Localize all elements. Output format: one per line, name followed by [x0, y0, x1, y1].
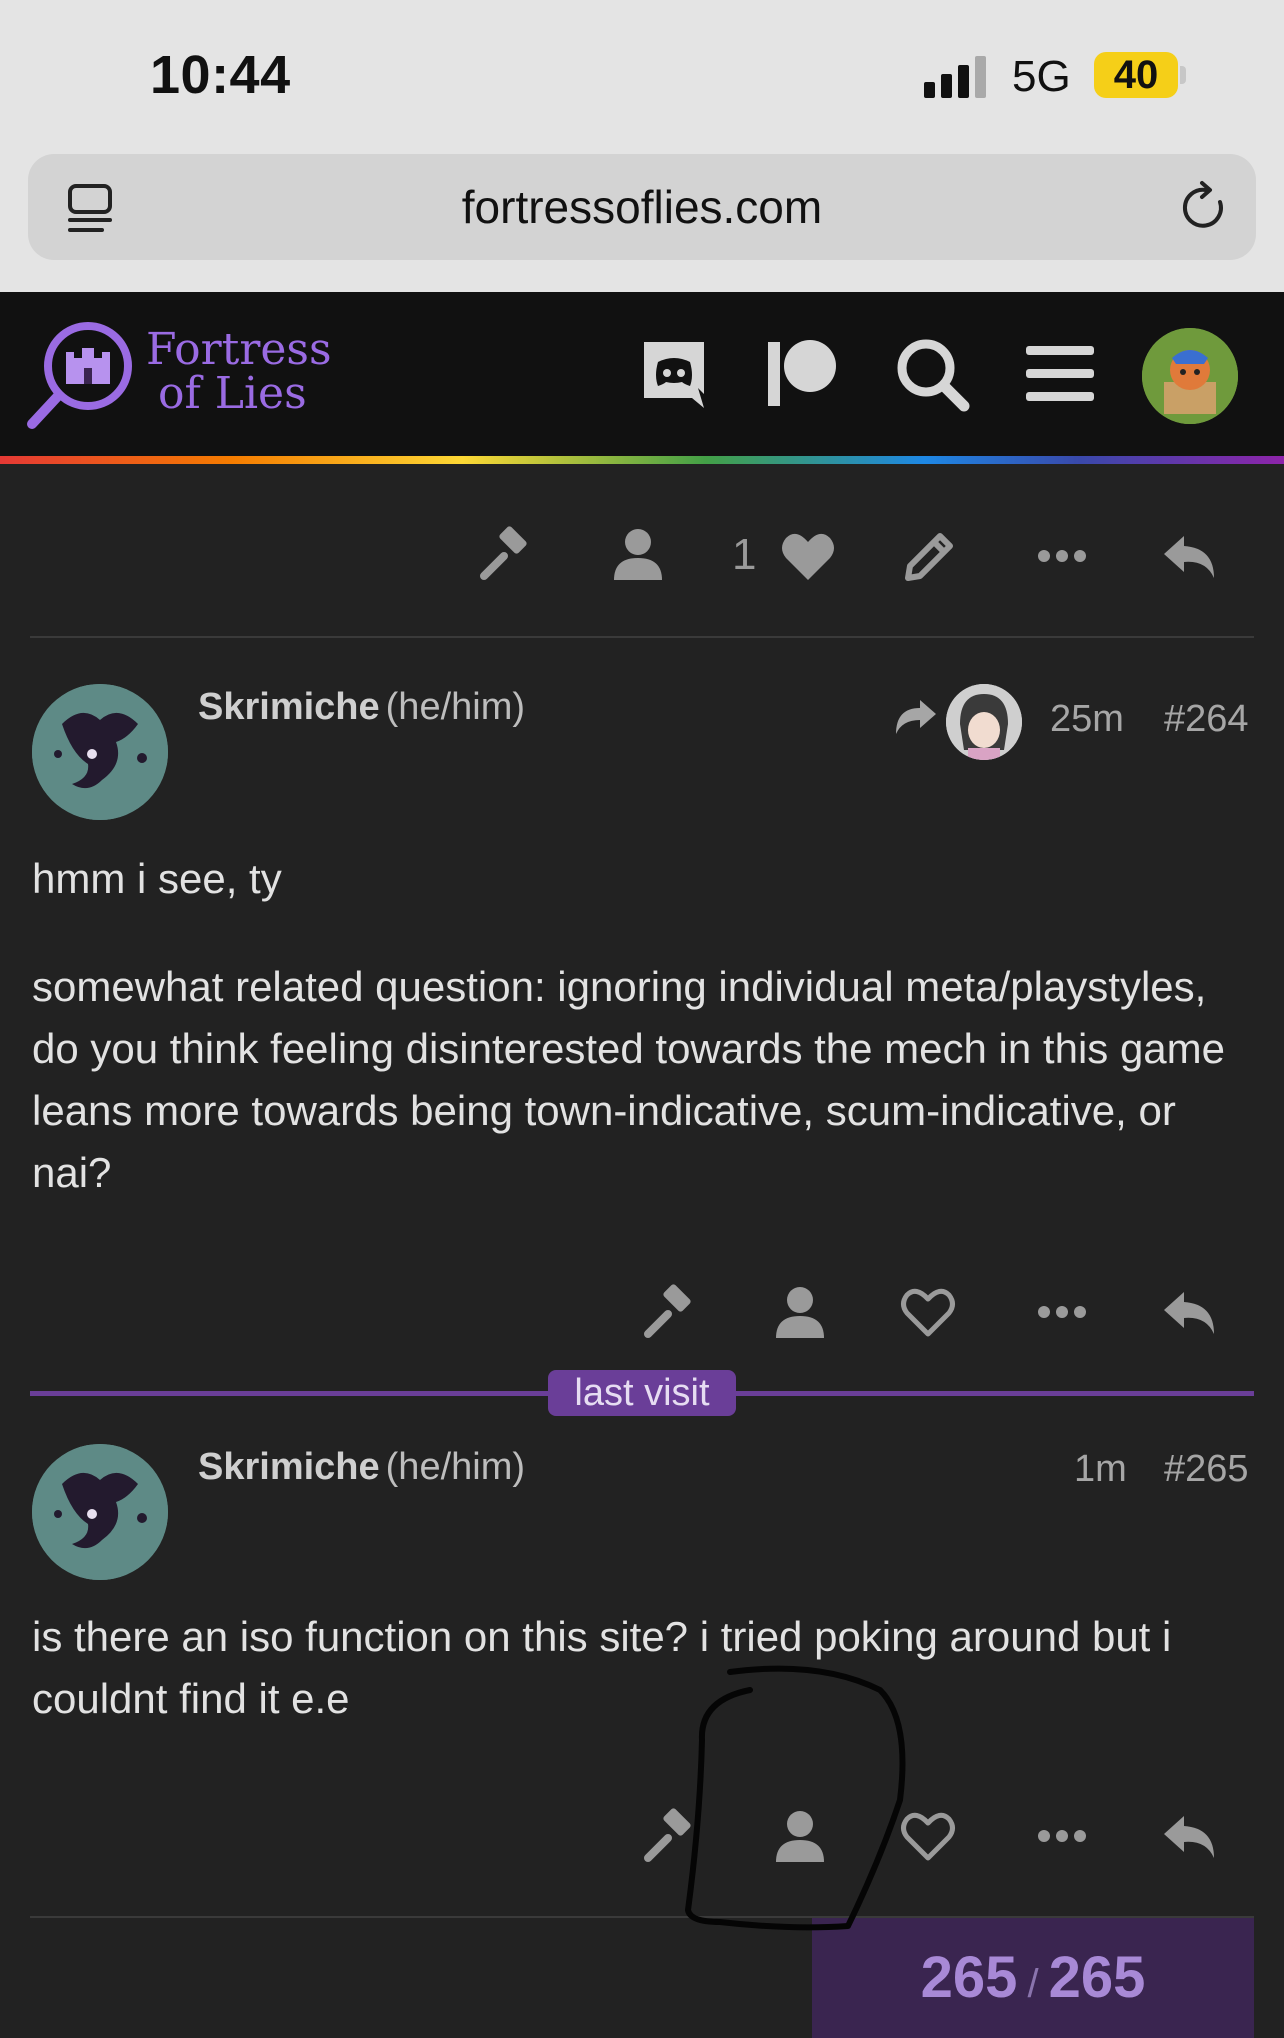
- status-time: 10:44: [150, 45, 291, 105]
- user-filter-icon[interactable]: [770, 1806, 830, 1866]
- last-visit-badge: last visit: [548, 1370, 736, 1416]
- post-time[interactable]: 25m: [1050, 698, 1124, 741]
- user-avatar-image: [1142, 328, 1238, 424]
- castle-magnifier-logo-icon[interactable]: [26, 318, 142, 434]
- post-number[interactable]: #265: [1164, 1448, 1249, 1491]
- heart-outline-icon[interactable]: [898, 1282, 958, 1342]
- heart-outline-icon[interactable]: [898, 1806, 958, 1866]
- address-bar[interactable]: fortressoflies.com: [28, 154, 1256, 260]
- reply-to-avatar[interactable]: [946, 684, 1022, 760]
- user-filter-icon[interactable]: [608, 524, 668, 584]
- edit-pencil-icon[interactable]: [900, 526, 960, 586]
- dragon-avatar-image: [32, 684, 168, 820]
- post-time[interactable]: 1m: [1074, 1448, 1127, 1491]
- more-options-icon[interactable]: [1032, 1282, 1092, 1342]
- reply-arrow-icon[interactable]: [1160, 1806, 1220, 1866]
- reply-to-arrow-icon[interactable]: [892, 694, 938, 740]
- post-number[interactable]: #264: [1164, 698, 1249, 741]
- post-avatar[interactable]: [32, 1444, 168, 1580]
- more-options-icon[interactable]: [1032, 526, 1092, 586]
- network-type: 5G: [1012, 52, 1071, 101]
- progress-total: 265: [1048, 1945, 1146, 2010]
- gavel-icon[interactable]: [476, 524, 536, 584]
- user-filter-icon[interactable]: [770, 1282, 830, 1342]
- hamburger-menu-icon[interactable]: [1022, 336, 1098, 412]
- progress-current: 265: [920, 1945, 1018, 2010]
- reload-icon[interactable]: [1176, 180, 1232, 236]
- post-username[interactable]: Skrimiche (he/him): [198, 686, 525, 729]
- user-avatar[interactable]: [1142, 328, 1238, 424]
- reply-arrow-icon[interactable]: [1160, 526, 1220, 586]
- post-paragraph: is there an iso function on this site? i…: [32, 1613, 1172, 1722]
- signal-icon: [924, 56, 986, 98]
- pronouns-text: (he/him): [385, 1446, 526, 1488]
- logo-line-2: of Lies: [158, 368, 307, 419]
- progress-separator: /: [1027, 1962, 1039, 2006]
- gavel-icon[interactable]: [640, 1282, 700, 1342]
- discord-icon[interactable]: [636, 336, 712, 412]
- battery-level: 40: [1094, 52, 1178, 98]
- topic-progress[interactable]: 265/265: [812, 1918, 1254, 2038]
- username-text[interactable]: Skrimiche: [198, 686, 380, 728]
- post-paragraph: somewhat related question: ignoring indi…: [32, 963, 1226, 1196]
- logo-line-1: Fortress: [146, 324, 332, 375]
- ios-top-chrome: 10:44 5G 40 fortressoflies.com: [0, 0, 1284, 292]
- url-text[interactable]: fortressoflies.com: [28, 180, 1256, 234]
- post-divider: [30, 636, 1254, 638]
- username-text[interactable]: Skrimiche: [198, 1446, 380, 1488]
- reply-to-avatar-image: [946, 684, 1022, 760]
- rainbow-divider: [0, 456, 1284, 464]
- post-username[interactable]: Skrimiche (he/him): [198, 1446, 525, 1489]
- post-paragraph: hmm i see, ty: [32, 855, 282, 902]
- heart-filled-icon[interactable]: [778, 526, 838, 586]
- site-logo-text[interactable]: Fortress of Lies: [146, 328, 332, 416]
- site-header: Fortress of Lies: [0, 292, 1284, 458]
- post-avatar[interactable]: [32, 684, 168, 820]
- more-options-icon[interactable]: [1032, 1806, 1092, 1866]
- dragon-avatar-image: [32, 1444, 168, 1580]
- like-count: 1: [732, 530, 757, 579]
- gavel-icon[interactable]: [640, 1806, 700, 1866]
- pronouns-text: (he/him): [385, 686, 526, 728]
- search-icon[interactable]: [894, 336, 970, 412]
- patreon-icon[interactable]: [764, 336, 840, 412]
- battery-icon: [1180, 66, 1186, 84]
- reply-arrow-icon[interactable]: [1160, 1282, 1220, 1342]
